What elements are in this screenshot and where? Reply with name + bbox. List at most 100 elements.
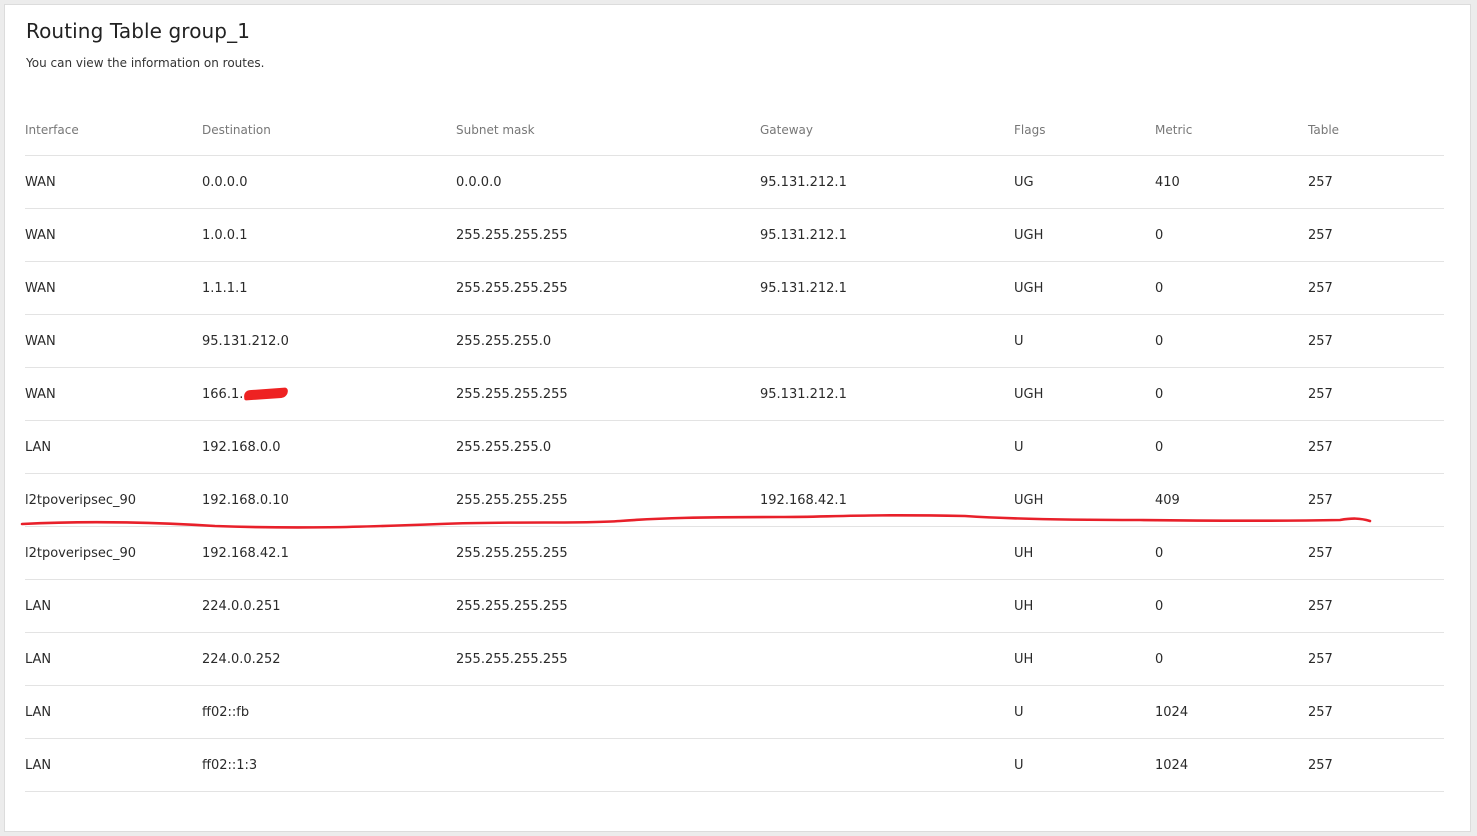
table-row: l2tpoveripsec_90 192.168.0.10 255.255.25… [25,473,1444,527]
cell-subnet-mask: 255.255.255.255 [456,526,760,580]
table-row: WAN 166.1. 255.255.255.255 95.131.212.1 … [25,367,1444,421]
cell-gateway [760,685,1014,739]
cell-gateway: 192.168.42.1 [760,473,1014,527]
table-row: LAN 192.168.0.0 255.255.255.0 U 0 257 [25,420,1444,474]
column-header-gateway: Gateway [760,104,1014,156]
column-header-interface: Interface [25,104,202,156]
cell-flags: UH [1014,579,1155,633]
cell-metric: 0 [1155,261,1308,315]
cell-subnet-mask: 255.255.255.255 [456,261,760,315]
cell-metric: 409 [1155,473,1308,527]
cell-gateway [760,738,1014,792]
cell-gateway: 95.131.212.1 [760,208,1014,262]
cell-flags: UGH [1014,208,1155,262]
table-row: WAN 1.1.1.1 255.255.255.255 95.131.212.1… [25,261,1444,315]
table-row: LAN 224.0.0.251 255.255.255.255 UH 0 257 [25,579,1444,633]
column-header-destination: Destination [202,104,456,156]
cell-subnet-mask: 255.255.255.0 [456,420,760,474]
cell-destination: 224.0.0.252 [202,632,456,686]
cell-interface: WAN [25,314,202,368]
cell-destination: 0.0.0.0 [202,155,456,209]
cell-interface: l2tpoveripsec_90 [25,526,202,580]
cell-interface: l2tpoveripsec_90 [25,473,202,527]
table-row: LAN ff02::fb U 1024 257 [25,685,1444,739]
cell-table: 257 [1308,526,1444,580]
cell-table: 257 [1308,155,1444,209]
cell-flags: UG [1014,155,1155,209]
cell-gateway [760,526,1014,580]
cell-interface: LAN [25,579,202,633]
cell-destination: 224.0.0.251 [202,579,456,633]
cell-subnet-mask: 255.255.255.0 [456,314,760,368]
cell-destination: 192.168.0.10 [202,473,456,527]
cell-interface: LAN [25,420,202,474]
routes-table: Interface Destination Subnet mask Gatewa… [25,104,1444,792]
cell-destination: ff02::1:3 [202,738,456,792]
cell-destination: 1.0.0.1 [202,208,456,262]
cell-subnet-mask: 255.255.255.255 [456,579,760,633]
cell-subnet-mask [456,738,760,792]
cell-gateway [760,579,1014,633]
cell-table: 257 [1308,314,1444,368]
cell-flags: UH [1014,632,1155,686]
cell-interface: WAN [25,367,202,421]
column-header-table: Table [1308,104,1444,156]
cell-metric: 0 [1155,367,1308,421]
cell-flags: UGH [1014,261,1155,315]
cell-flags: U [1014,420,1155,474]
cell-metric: 0 [1155,579,1308,633]
table-row: WAN 0.0.0.0 0.0.0.0 95.131.212.1 UG 410 … [25,155,1444,209]
cell-subnet-mask: 0.0.0.0 [456,155,760,209]
cell-table: 257 [1308,367,1444,421]
cell-destination: 95.131.212.0 [202,314,456,368]
cell-metric: 0 [1155,632,1308,686]
cell-gateway: 95.131.212.1 [760,155,1014,209]
cell-interface: LAN [25,632,202,686]
cell-flags: UGH [1014,367,1155,421]
cell-metric: 1024 [1155,738,1308,792]
cell-metric: 0 [1155,208,1308,262]
destination-visible-text: 166.1. [202,386,244,402]
cell-table: 257 [1308,579,1444,633]
cell-table: 257 [1308,685,1444,739]
cell-metric: 1024 [1155,685,1308,739]
cell-table: 257 [1308,632,1444,686]
cell-metric: 410 [1155,155,1308,209]
cell-subnet-mask: 255.255.255.255 [456,632,760,686]
cell-flags: UGH [1014,473,1155,527]
cell-subnet-mask: 255.255.255.255 [456,367,760,421]
cell-destination: 1.1.1.1 [202,261,456,315]
table-row: WAN 95.131.212.0 255.255.255.0 U 0 257 [25,314,1444,368]
table-row: l2tpoveripsec_90 192.168.42.1 255.255.25… [25,526,1444,580]
cell-destination: 192.168.42.1 [202,526,456,580]
cell-subnet-mask [456,685,760,739]
table-row: LAN 224.0.0.252 255.255.255.255 UH 0 257 [25,632,1444,686]
cell-destination: 192.168.0.0 [202,420,456,474]
cell-table: 257 [1308,208,1444,262]
cell-gateway: 95.131.212.1 [760,367,1014,421]
cell-subnet-mask: 255.255.255.255 [456,473,760,527]
column-header-subnet-mask: Subnet mask [456,104,760,156]
cell-destination: ff02::fb [202,685,456,739]
table-row: WAN 1.0.0.1 255.255.255.255 95.131.212.1… [25,208,1444,262]
cell-flags: U [1014,738,1155,792]
cell-gateway [760,420,1014,474]
cell-table: 257 [1308,420,1444,474]
cell-interface: WAN [25,155,202,209]
cell-metric: 0 [1155,314,1308,368]
table-header-row: Interface Destination Subnet mask Gatewa… [25,104,1444,156]
page-title: Routing Table group_1 [26,19,251,43]
cell-metric: 0 [1155,526,1308,580]
cell-destination: 166.1. [202,367,456,421]
cell-interface: WAN [25,261,202,315]
cell-gateway [760,632,1014,686]
cell-table: 257 [1308,473,1444,527]
column-header-flags: Flags [1014,104,1155,156]
cell-table: 257 [1308,738,1444,792]
cell-interface: WAN [25,208,202,262]
cell-gateway [760,314,1014,368]
cell-interface: LAN [25,685,202,739]
cell-table: 257 [1308,261,1444,315]
redaction-scribble [244,387,289,401]
cell-flags: U [1014,685,1155,739]
